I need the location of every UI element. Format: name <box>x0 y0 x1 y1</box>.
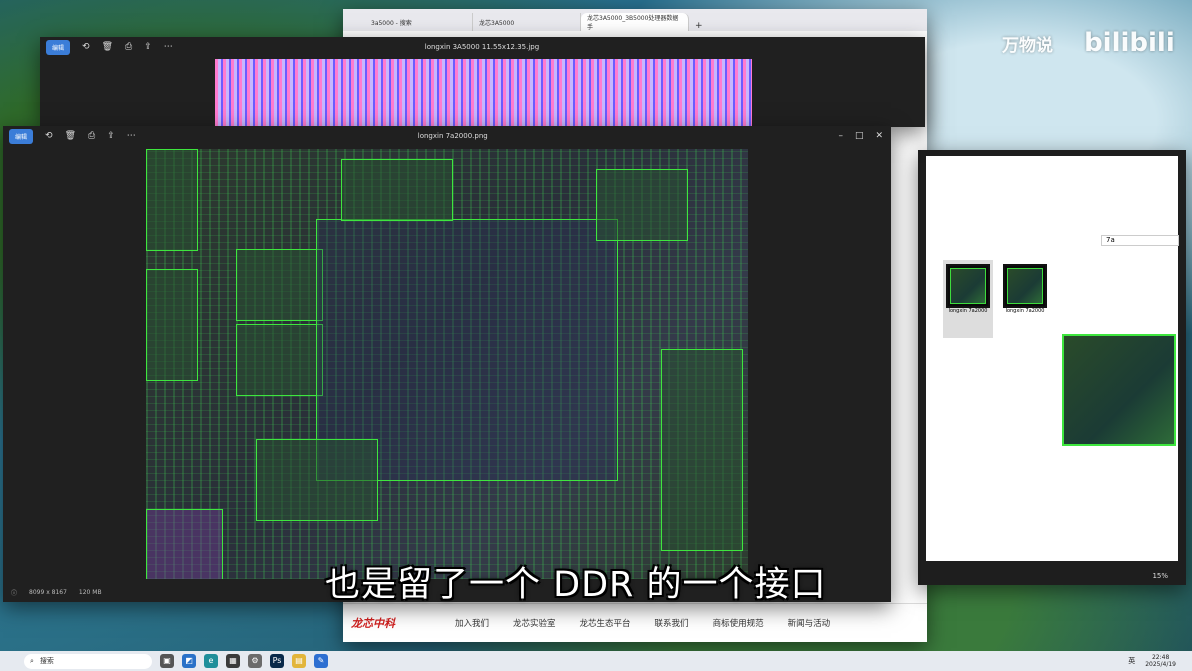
search-value: 7a <box>1106 236 1115 244</box>
browser-tab-datasheet[interactable]: 龙芯3A5000_3B5000处理器数据手 <box>581 13 689 31</box>
chip-image-3a5000 <box>215 59 752 127</box>
clock-time: 22:48 <box>1151 654 1170 661</box>
browser-tabbar: 3a5000 - 搜索 龙芯3A5000 龙芯3A5000_3B5000处理器数… <box>343 9 927 31</box>
file-label: longxin 7a2000 <box>948 308 988 314</box>
image-thumbnail <box>1003 264 1047 308</box>
ime-indicator[interactable]: 英 <box>1128 656 1135 666</box>
print-icon[interactable]: ⎙ <box>88 131 95 141</box>
browser-tab-search[interactable]: 3a5000 - 搜索 <box>365 13 473 31</box>
image-thumbnail <box>946 264 990 308</box>
taskbar-search-input[interactable]: ⌕ 搜索 <box>24 653 152 669</box>
app-icon-photos[interactable]: ◩ <box>182 654 196 668</box>
info-icon[interactable]: ⓘ <box>11 588 17 597</box>
file-label: longxin 7a2000 <box>1005 308 1045 314</box>
photo-toolbar: 编辑 ⟲ 🗑 ⎙ ⇪ ⋯ longxin 7a2000.png – □ ✕ <box>3 126 891 146</box>
tab-label: 龙芯3A5000_3B5000处理器数据手 <box>587 15 679 31</box>
explorer-zoom: 15% <box>1152 572 1168 580</box>
maximize-icon[interactable]: □ <box>855 131 864 141</box>
store-icon[interactable]: ▦ <box>226 654 240 668</box>
explorer-content: 7a longxin 7a2000 longxin 7a2000 <box>926 156 1179 561</box>
nav-link-trademark[interactable]: 商标使用规范 <box>713 617 764 629</box>
nav-link-join[interactable]: 加入我们 <box>455 617 489 629</box>
watermark-logo: bilibili <box>1084 28 1175 58</box>
delete-icon[interactable]: 🗑 <box>102 42 113 52</box>
taskbar: ⌕ 搜索 ▣ ◩ e ▦ ⚙ Ps ▤ ✎ 英 22:48 2025/4/19 <box>0 651 1192 671</box>
search-placeholder: 搜索 <box>39 657 54 665</box>
clock-date: 2025/4/19 <box>1145 661 1176 668</box>
search-input[interactable]: 7a <box>1101 235 1179 246</box>
photoshop-icon[interactable]: Ps <box>270 654 284 668</box>
task-view-icon[interactable]: ▣ <box>160 654 174 668</box>
edit-button[interactable]: 编辑 <box>9 128 34 144</box>
rotate-icon[interactable]: ⟲ <box>45 131 53 141</box>
loongson-logo: 龙芯中科 <box>351 617 395 630</box>
chip-image-7a2000 <box>146 149 748 579</box>
more-icon[interactable]: ⋯ <box>164 42 173 52</box>
clock[interactable]: 22:48 2025/4/19 <box>1145 654 1176 668</box>
video-subtitle: 也是留了一个 DDR 的一个接口 <box>325 565 827 605</box>
photo-toolbar: 编辑 ⟲ 🗑 ⎙ ⇪ ⋯ longxin 3A5000 11.55x12.35.… <box>40 37 925 57</box>
preview-pane-image <box>1062 334 1176 446</box>
file-item-selected[interactable]: longxin 7a2000 <box>943 260 993 338</box>
print-icon[interactable]: ⎙ <box>125 42 132 52</box>
settings-icon[interactable]: ⚙ <box>248 654 262 668</box>
window-title: longxin 3A5000 11.55x12.35.jpg <box>424 43 540 51</box>
watermark-author: 万物说 <box>1002 36 1053 56</box>
close-icon[interactable]: ✕ <box>875 131 883 141</box>
bilibili-watermark: 万物说 bilibili <box>1002 28 1175 58</box>
nav-link-contact[interactable]: 联系我们 <box>655 617 689 629</box>
site-footer-nav: 龙芯中科 加入我们 龙芯实验室 龙芯生态平台 联系我们 商标使用规范 新闻与活动 <box>343 603 927 642</box>
photo-viewer-back: 编辑 ⟲ 🗑 ⎙ ⇪ ⋯ longxin 3A5000 11.55x12.35.… <box>40 37 925 127</box>
tab-label: 3a5000 - 搜索 <box>371 19 412 27</box>
nav-link-news[interactable]: 新闻与活动 <box>788 617 831 629</box>
more-icon[interactable]: ⋯ <box>127 131 136 141</box>
tab-label: 龙芯3A5000 <box>479 19 515 27</box>
nav-link-ecosystem[interactable]: 龙芯生态平台 <box>580 617 631 629</box>
browser-tab-loongson[interactable]: 龙芯3A5000 <box>473 13 581 31</box>
share-icon[interactable]: ⇪ <box>107 131 115 141</box>
image-filesize: 120 MB <box>78 588 102 596</box>
edge-browser-icon[interactable]: e <box>204 654 218 668</box>
drawing-app-icon[interactable]: ✎ <box>314 654 328 668</box>
minimize-icon[interactable]: – <box>838 131 843 141</box>
window-title: longxin 7a2000.png <box>417 132 488 140</box>
file-item[interactable]: longxin 7a2000 <box>1000 260 1050 338</box>
image-dimensions: 8099 x 8167 <box>29 588 67 596</box>
share-icon[interactable]: ⇪ <box>144 42 152 52</box>
delete-icon[interactable]: 🗑 <box>65 131 76 141</box>
rotate-icon[interactable]: ⟲ <box>82 42 90 52</box>
file-explorer-icon[interactable]: ▤ <box>292 654 306 668</box>
edit-button[interactable]: 编辑 <box>46 39 71 55</box>
new-tab-icon[interactable]: + <box>695 21 703 31</box>
nav-link-lab[interactable]: 龙芯实验室 <box>513 617 556 629</box>
search-icon: ⌕ <box>30 656 34 665</box>
file-explorer-window: 7a longxin 7a2000 longxin 7a2000 15% <box>918 150 1186 585</box>
